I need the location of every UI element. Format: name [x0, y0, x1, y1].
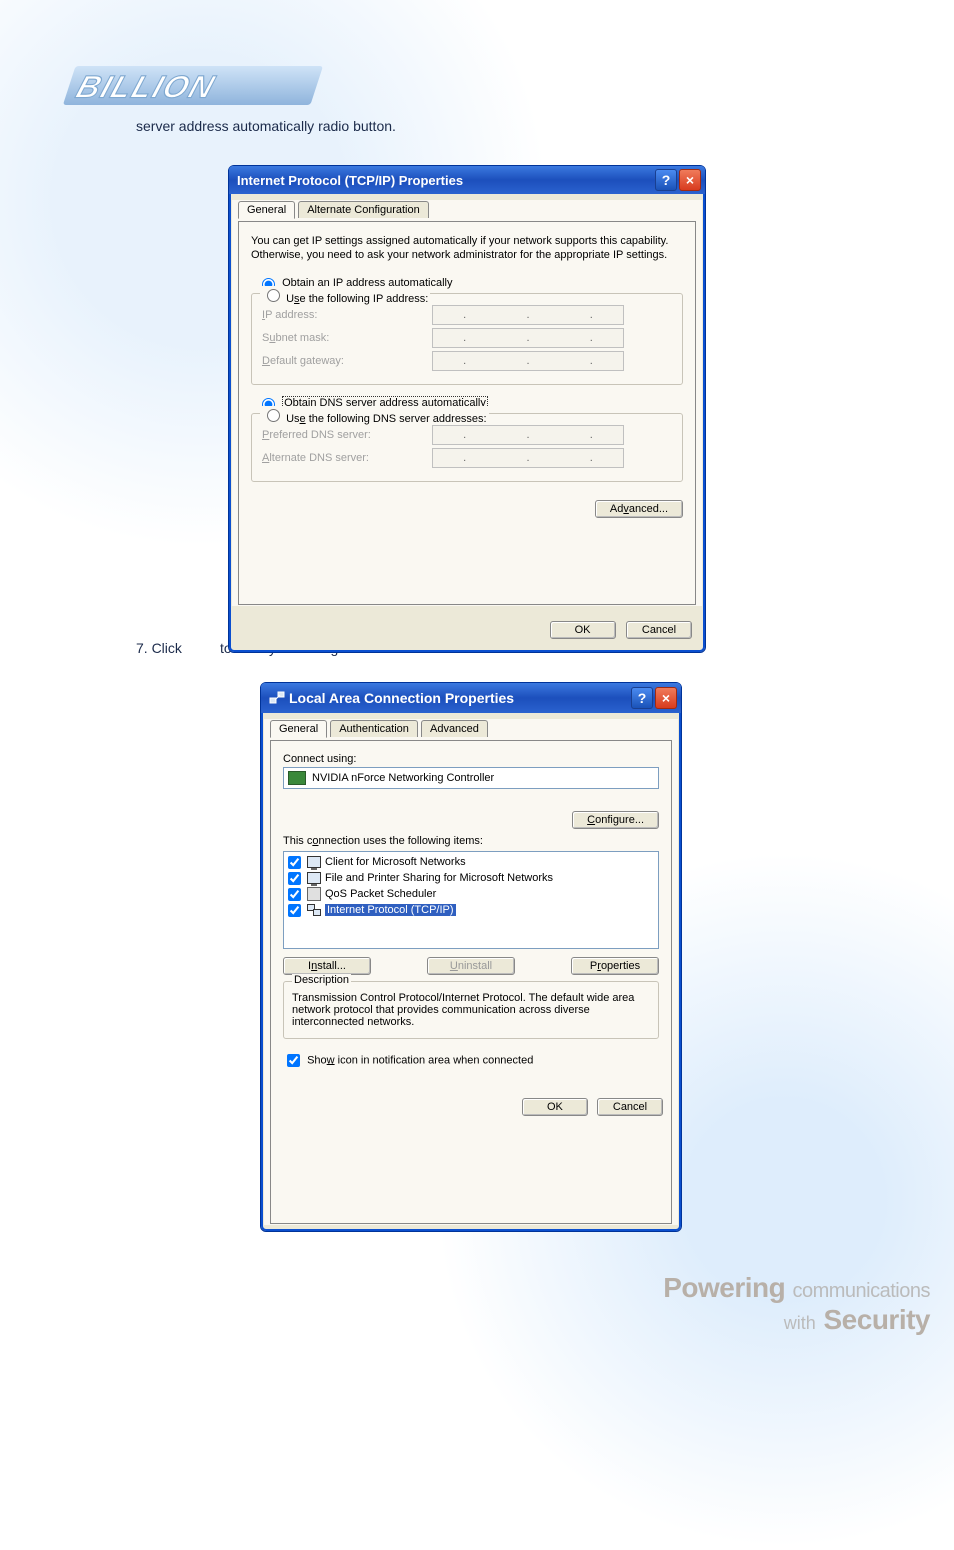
- item-label: QoS Packet Scheduler: [325, 888, 436, 900]
- connection-icon: [269, 690, 285, 706]
- tab-general[interactable]: General: [270, 720, 327, 738]
- list-item[interactable]: QoS Packet Scheduler: [286, 886, 656, 902]
- ip-address-label: IP address:: [262, 309, 432, 321]
- item-checkbox[interactable]: [288, 856, 301, 869]
- subnet-mask-label: Subnet mask:: [262, 332, 432, 344]
- items-label: This connection uses the following items…: [283, 835, 659, 847]
- tab-advanced[interactable]: Advanced: [421, 720, 488, 737]
- default-gateway-label: Default gateway:: [262, 355, 432, 367]
- advanced-button[interactable]: Advanced...: [595, 500, 683, 518]
- cancel-button[interactable]: Cancel: [597, 1098, 663, 1116]
- properties-button[interactable]: Properties: [571, 957, 659, 975]
- adapter-field: NVIDIA nForce Networking Controller: [283, 767, 659, 789]
- caption-text: server address automatically radio butto…: [136, 118, 396, 134]
- footer-tagline: Powering communications with Security: [663, 1272, 930, 1336]
- description-text: You can get IP settings assigned automat…: [251, 234, 683, 263]
- close-icon[interactable]: ×: [679, 169, 701, 191]
- item-label: File and Printer Sharing for Microsoft N…: [325, 872, 553, 884]
- default-gateway-input: ...: [432, 351, 624, 371]
- qos-icon: [307, 887, 321, 901]
- help-icon[interactable]: ?: [655, 169, 677, 191]
- alternate-dns-label: Alternate DNS server:: [262, 452, 432, 464]
- ok-button[interactable]: OK: [550, 621, 616, 639]
- tab-authentication[interactable]: Authentication: [330, 720, 418, 737]
- protocol-icon: [307, 903, 321, 917]
- ok-button[interactable]: OK: [522, 1098, 588, 1116]
- show-icon-checkbox[interactable]: [287, 1054, 300, 1067]
- client-icon: [307, 855, 321, 869]
- help-icon[interactable]: ?: [631, 687, 653, 709]
- list-item[interactable]: Internet Protocol (TCP/IP): [286, 902, 656, 918]
- step7-prefix: 7. Click: [136, 640, 182, 656]
- preferred-dns-input: ...: [432, 425, 624, 445]
- list-item[interactable]: File and Printer Sharing for Microsoft N…: [286, 870, 656, 886]
- dialog-title: Internet Protocol (TCP/IP) Properties: [237, 173, 653, 188]
- radio-use-dns-label: Use the following DNS server addresses:: [286, 413, 487, 425]
- item-checkbox[interactable]: [288, 888, 301, 901]
- item-label: Client for Microsoft Networks: [325, 856, 466, 868]
- item-checkbox[interactable]: [288, 904, 301, 917]
- nic-icon: [288, 771, 306, 785]
- connect-using-label: Connect using:: [283, 753, 659, 765]
- show-icon-label: Show icon in notification area when conn…: [307, 1054, 533, 1066]
- item-label: Internet Protocol (TCP/IP): [325, 904, 456, 916]
- preferred-dns-label: Preferred DNS server:: [262, 429, 432, 441]
- radio-use-ip-label: Use the following IP address:: [286, 293, 428, 305]
- radio-use-dns[interactable]: [267, 409, 280, 422]
- tab-general[interactable]: General: [238, 201, 295, 219]
- share-icon: [307, 871, 321, 885]
- alternate-dns-input: ...: [432, 448, 624, 468]
- items-list[interactable]: Client for Microsoft Networks File and P…: [283, 851, 659, 949]
- tab-alternate-configuration[interactable]: Alternate Configuration: [298, 201, 429, 218]
- ip-address-input: ...: [432, 305, 624, 325]
- uninstall-button: Uninstall: [427, 957, 515, 975]
- titlebar[interactable]: Internet Protocol (TCP/IP) Properties ? …: [229, 166, 705, 194]
- tcpip-properties-dialog: Internet Protocol (TCP/IP) Properties ? …: [228, 165, 706, 653]
- dialog-title: Local Area Connection Properties: [289, 690, 629, 706]
- item-checkbox[interactable]: [288, 872, 301, 885]
- configure-button[interactable]: Configure...: [572, 811, 659, 829]
- titlebar[interactable]: Local Area Connection Properties ? ×: [261, 683, 681, 713]
- install-button[interactable]: Install...: [283, 957, 371, 975]
- lan-properties-dialog: Local Area Connection Properties ? × Gen…: [260, 682, 682, 1232]
- description-text: Transmission Control Protocol/Internet P…: [292, 992, 634, 1028]
- cancel-button[interactable]: Cancel: [626, 621, 692, 639]
- close-icon[interactable]: ×: [655, 687, 677, 709]
- adapter-name: NVIDIA nForce Networking Controller: [312, 772, 494, 784]
- radio-use-ip[interactable]: [267, 289, 280, 302]
- description-frame: Description Transmission Control Protoco…: [283, 981, 659, 1039]
- list-item[interactable]: Client for Microsoft Networks: [286, 854, 656, 870]
- subnet-mask-input: ...: [432, 328, 624, 348]
- description-legend: Description: [292, 974, 351, 986]
- svg-text:BILLION: BILLION: [72, 69, 220, 104]
